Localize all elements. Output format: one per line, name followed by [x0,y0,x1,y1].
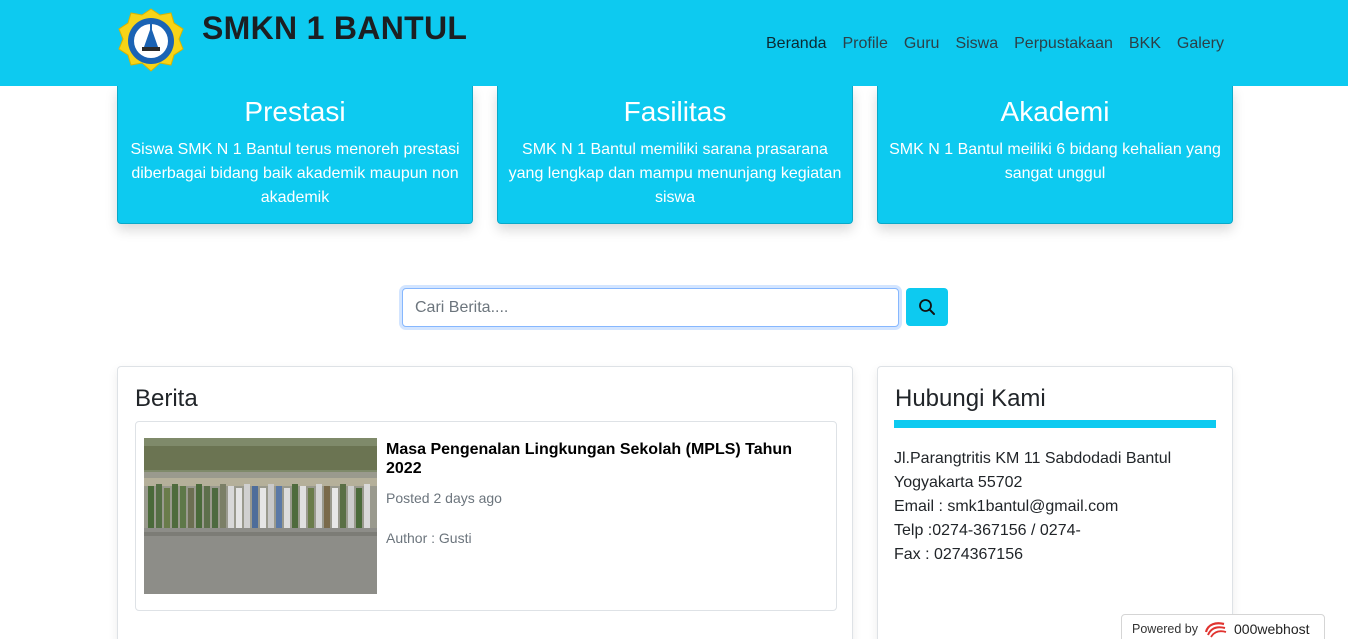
webhost-brand: 000webhost [1234,621,1310,637]
navbar: SMKN 1 BANTUL Beranda Profile Guru Siswa… [0,0,1348,86]
nav-item-siswa[interactable]: Siswa [955,35,998,53]
nav-item-guru[interactable]: Guru [904,35,940,53]
contact-phone: Telp :0274-367156 / 0274- [894,522,1081,539]
contact-city-line: Yogyakarta 55702 [894,474,1023,491]
news-author: Author : Gusti [386,530,472,546]
contact-fax: Fax : 0274367156 [894,546,1023,563]
search-button[interactable] [906,288,948,326]
school-emblem-icon[interactable] [116,7,186,79]
feature-card-akademi: Akademi SMK N 1 Bantul meiliki 6 bidang … [877,86,1233,224]
feature-text: Siswa SMK N 1 Bantul terus menoreh prest… [130,141,460,206]
powered-by-badge[interactable]: Powered by 000webhost [1121,614,1325,639]
contact-details: Jl.Parangtritis KM 11 Sabdodadi Bantul Y… [894,447,1171,567]
news-title-link[interactable]: Masa Pengenalan Lingkungan Sekolah (MPLS… [386,440,806,478]
powered-by-label: Powered by [1132,622,1199,636]
main-nav: Beranda Profile Guru Siswa Perpustakaan … [766,35,1224,53]
feature-text: SMK N 1 Bantul meiliki 6 bidang kehalian… [889,141,1221,182]
news-heading: Berita [135,385,198,412]
nav-item-bkk[interactable]: BKK [1129,35,1161,53]
feature-card-fasilitas: Fasilitas SMK N 1 Bantul memiliki sarana… [497,86,853,224]
brand-title[interactable]: SMKN 1 BANTUL [202,10,467,47]
nav-item-galery[interactable]: Galery [1177,35,1224,53]
news-posted-date: Posted 2 days ago [386,490,502,506]
news-card: Berita Masa Pengenalan Lingkungan Sekola… [117,366,853,639]
feature-text: SMK N 1 Bantul memiliki sarana prasarana… [508,141,842,206]
feature-title: Akademi [1000,96,1110,127]
contact-heading: Hubungi Kami [895,385,1046,412]
search-icon [919,299,935,315]
news-thumbnail[interactable] [144,438,377,594]
webhost-logo-icon [1204,622,1227,638]
feature-title: Prestasi [244,96,346,127]
contact-card: Hubungi Kami Jl.Parangtritis KM 11 Sabdo… [877,366,1233,639]
nav-item-profile[interactable]: Profile [843,35,888,53]
contact-email: Email : smk1bantul@gmail.com [894,498,1119,515]
nav-item-beranda[interactable]: Beranda [766,35,827,53]
feature-title: Fasilitas [623,96,727,127]
feature-card-prestasi: Prestasi Siswa SMK N 1 Bantul terus meno… [117,86,473,224]
contact-divider [894,420,1216,428]
search-input[interactable] [402,288,899,327]
news-item[interactable]: Masa Pengenalan Lingkungan Sekolah (MPLS… [135,421,837,611]
contact-address-line: Jl.Parangtritis KM 11 Sabdodadi Bantul [894,450,1172,467]
nav-item-perpustakaan[interactable]: Perpustakaan [1014,35,1113,53]
